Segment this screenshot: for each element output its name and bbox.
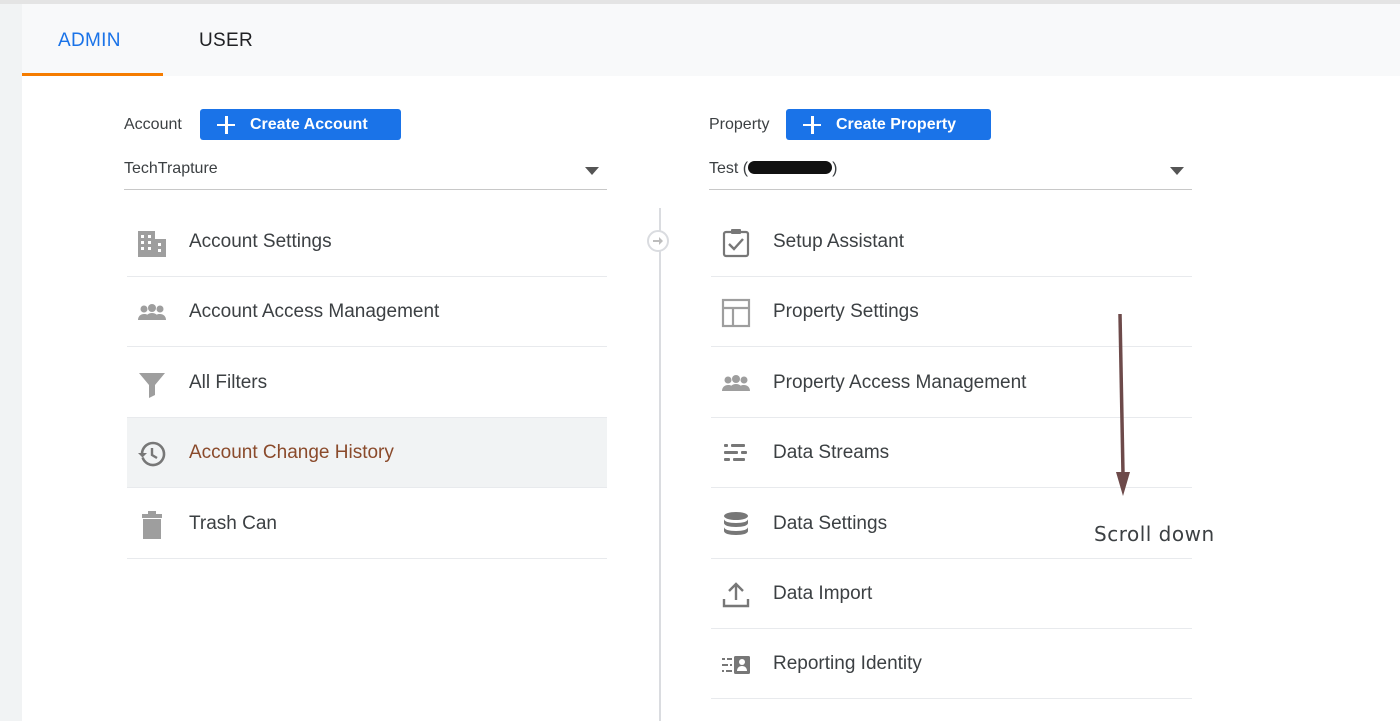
account-selected: TechTrapture xyxy=(124,160,218,177)
menu-item-label: Account Change History xyxy=(189,442,394,463)
property-label: Property xyxy=(709,116,770,133)
menu-item-label: Property Access Management xyxy=(773,372,1027,393)
create-property-label: Create Property xyxy=(836,115,957,133)
menu-item-label: Property Settings xyxy=(773,301,919,322)
column-divider xyxy=(659,208,661,721)
menu-item-reporting-identity[interactable]: Reporting Identity xyxy=(711,629,1192,699)
create-property-button[interactable]: Create Property xyxy=(786,109,991,140)
checklist-icon xyxy=(722,229,750,258)
streams-icon xyxy=(724,444,747,461)
menu-item-label: Reporting Identity xyxy=(773,653,922,674)
menu-item-label: Data Streams xyxy=(773,442,890,463)
property-selector[interactable]: Test () xyxy=(709,154,1192,190)
menu-item-data-import[interactable]: Data Import xyxy=(711,559,1192,629)
create-account-button[interactable]: Create Account xyxy=(200,109,401,140)
menu-item-label: Trash Can xyxy=(189,513,277,534)
menu-item-label: Account Settings xyxy=(189,231,332,252)
menu-item-all-filters[interactable]: All Filters xyxy=(127,348,607,418)
create-account-label: Create Account xyxy=(250,115,368,133)
layout-icon xyxy=(721,298,751,328)
property-selected-prefix: Test ( xyxy=(709,160,749,177)
menu-item-label: All Filters xyxy=(189,372,268,393)
caret-down-icon xyxy=(1170,167,1184,175)
filter-icon xyxy=(139,373,165,398)
account-label: Account xyxy=(124,116,182,133)
tab-bar: ADMIN USER xyxy=(22,4,1400,76)
menu-item-setup-assistant[interactable]: Setup Assistant xyxy=(711,207,1192,277)
plus-icon xyxy=(802,115,822,135)
building-icon xyxy=(138,231,166,257)
menu-item-account-access-management[interactable]: Account Access Management xyxy=(127,277,607,347)
menu-item-account-change-history[interactable]: Account Change History xyxy=(127,418,607,488)
history-icon xyxy=(138,441,166,467)
account-selector[interactable]: TechTrapture xyxy=(124,154,607,190)
trash-icon xyxy=(142,511,162,539)
people-icon xyxy=(138,304,166,320)
menu-item-trash-can[interactable]: Trash Can xyxy=(127,489,607,559)
menu-item-label: Account Access Management xyxy=(189,301,440,322)
menu-item-label: Data Settings xyxy=(773,513,888,534)
plus-icon xyxy=(216,115,236,135)
scroll-down-arrow-icon xyxy=(1116,313,1130,496)
caret-down-icon xyxy=(585,167,599,175)
arrow-right-icon xyxy=(647,230,669,252)
menu-item-account-settings[interactable]: Account Settings xyxy=(127,207,607,277)
identity-icon xyxy=(722,656,750,674)
property-selected-suffix: ) xyxy=(832,160,838,177)
menu-item-label: Data Import xyxy=(773,583,873,604)
tab-user[interactable]: USER xyxy=(199,30,253,52)
database-icon xyxy=(724,512,748,535)
upload-icon xyxy=(722,582,750,608)
people-icon xyxy=(722,375,750,391)
tab-admin[interactable]: ADMIN xyxy=(58,30,121,52)
scroll-down-annotation: Scroll down xyxy=(1094,522,1215,546)
property-selected: Test () xyxy=(709,160,837,178)
redaction-mark xyxy=(748,161,833,175)
menu-item-label: Setup Assistant xyxy=(773,231,904,252)
